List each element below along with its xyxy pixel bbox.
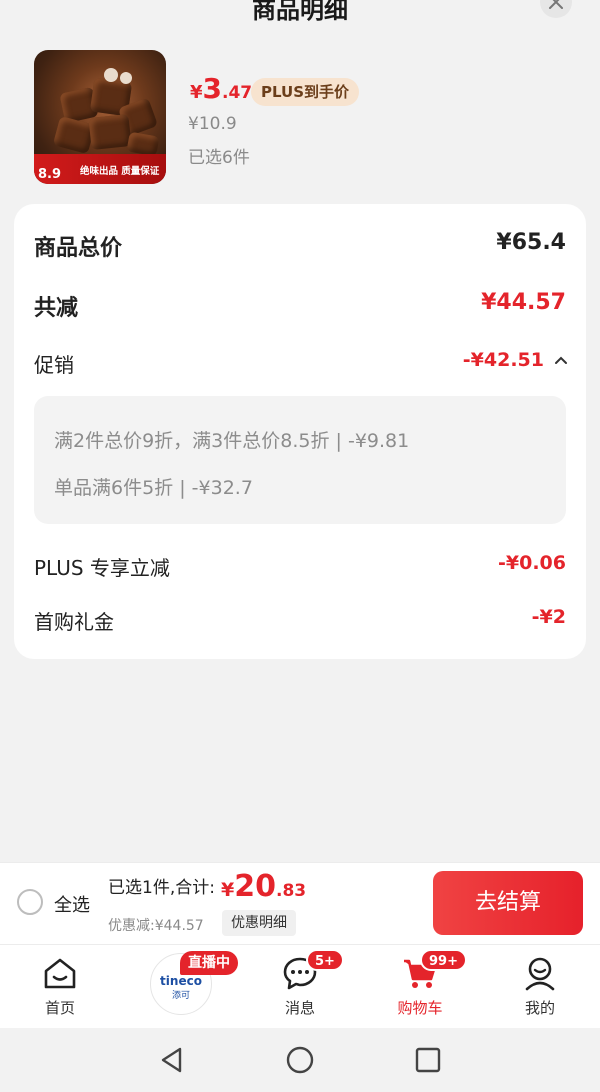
select-all-radio[interactable] (17, 889, 43, 915)
back-icon[interactable] (158, 1046, 186, 1074)
system-nav-bar (0, 1028, 600, 1092)
product-price: ¥3.47 (190, 72, 253, 105)
gift-row: 首购礼金 -¥2 (34, 606, 566, 640)
tab-messages[interactable]: 5+ 消息 (240, 945, 360, 1029)
tab-cart-label: 购物车 (397, 999, 443, 1017)
total-price: ¥20.83 (221, 869, 307, 904)
product-summary: 8.9 绝味出品 质量保证 ¥3.47 PLUS到手价 ¥10.9 已选6件 (34, 50, 574, 190)
tab-home[interactable]: 首页 (0, 945, 120, 1029)
header: 商品明细 (0, 0, 600, 30)
total-label: 商品总价 (34, 236, 123, 261)
page-title: 商品明细 (252, 0, 348, 24)
live-brand-name: tineco (160, 974, 202, 988)
selected-count: 已选6件 (188, 148, 250, 168)
tab-cart[interactable]: 99+ 购物车 (360, 945, 480, 1029)
home-icon (44, 958, 76, 989)
original-price: ¥10.9 (188, 114, 237, 134)
live-badge: 直播中 (180, 951, 238, 975)
close-icon (549, 0, 563, 9)
checkout-button[interactable]: 去结算 (433, 871, 583, 935)
promo-detail-line: 满2件总价9折，满3件总价8.5折 | -¥9.81 (54, 430, 410, 452)
bottom-tab-bar: 首页 tineco 添可 直播中 5+ 消息 99+ 购物车 我的 (0, 944, 600, 1028)
plus-discount-value: -¥0.06 (498, 552, 566, 574)
tab-messages-label: 消息 (284, 999, 315, 1017)
home-circle-icon[interactable] (286, 1046, 314, 1074)
gift-label: 首购礼金 (34, 610, 114, 634)
plus-discount-row: PLUS 专享立减 -¥0.06 (34, 552, 566, 586)
gift-value: -¥2 (531, 606, 566, 628)
reduce-value: ¥44.57 (481, 290, 566, 315)
total-value: ¥65.4 (496, 230, 566, 255)
live-brand-name-cn: 添可 (171, 991, 190, 1001)
reduce-label: 共减 (34, 296, 79, 321)
chevron-up-icon[interactable] (554, 353, 568, 367)
tab-live[interactable]: tineco 添可 直播中 (120, 945, 240, 1029)
discount-detail-button[interactable]: 优惠明细 (222, 910, 296, 936)
total-row: 商品总价 ¥65.4 (34, 230, 566, 264)
select-all-label[interactable]: 全选 (54, 891, 90, 917)
user-icon (525, 957, 555, 991)
plus-discount-label: PLUS 专享立减 (34, 556, 170, 580)
product-image[interactable]: 8.9 绝味出品 质量保证 (34, 50, 166, 184)
tab-me[interactable]: 我的 (480, 945, 600, 1029)
discount-text: 优惠减:¥44.57 (108, 918, 204, 934)
reduce-row: 共减 ¥44.57 (34, 290, 566, 324)
promo-label: 促销 (34, 353, 74, 377)
tab-me-label: 我的 (524, 999, 555, 1017)
cart-badge: 99+ (420, 949, 467, 971)
price-breakdown-card: 商品总价 ¥65.4 共减 ¥44.57 促销 -¥42.51 满2件总价9折，… (14, 204, 586, 659)
thumb-price: 8.9 (38, 167, 62, 182)
thumb-promo: 绝味出品 质量保证 (80, 166, 160, 177)
promo-detail-line: 单品满6件5折 | -¥32.7 (54, 477, 253, 499)
recents-icon[interactable] (414, 1046, 442, 1074)
promo-row[interactable]: 促销 -¥42.51 (34, 349, 568, 383)
tab-home-label: 首页 (44, 999, 75, 1017)
selected-summary: 已选1件,合计: (108, 878, 215, 898)
checkout-bar: 全选 已选1件,合计: ¥20.83 优惠减:¥44.57 优惠明细 去结算 (0, 862, 600, 944)
plus-price-badge: PLUS到手价 (251, 78, 360, 106)
messages-badge: 5+ (306, 949, 344, 971)
promo-value: -¥42.51 (462, 349, 544, 371)
promo-detail-box: 满2件总价9折，满3件总价8.5折 | -¥9.81 单品满6件5折 | -¥3… (34, 396, 566, 524)
